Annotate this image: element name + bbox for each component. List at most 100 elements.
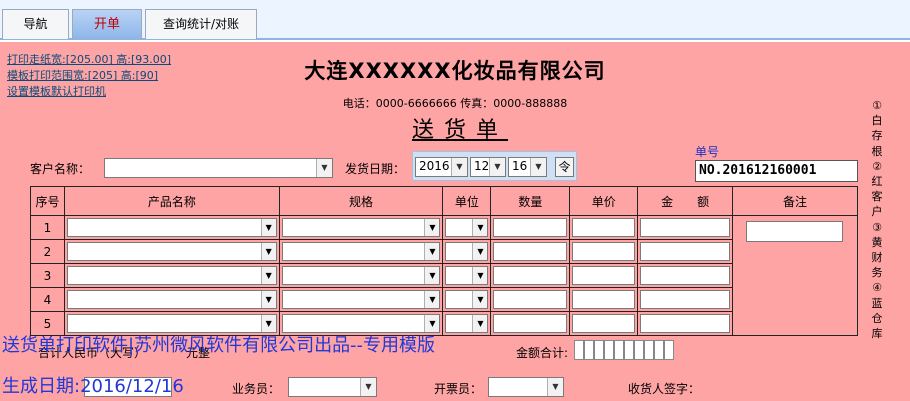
salesman-label: 业务员：: [232, 382, 281, 396]
col-header-amount: 金 额: [637, 186, 734, 216]
unit-cell: ▼: [442, 263, 492, 288]
amount-input[interactable]: [640, 242, 731, 261]
chevron-down-icon[interactable]: ▼: [316, 159, 332, 177]
chevron-down-icon[interactable]: ▼: [424, 243, 440, 260]
product-select[interactable]: ▼: [66, 242, 277, 261]
unit-cell: ▼: [442, 239, 492, 264]
amount-total-digits[interactable]: [574, 340, 674, 360]
amount-input[interactable]: [640, 218, 731, 237]
col-header-quantity: 数量: [490, 186, 571, 216]
unit-select[interactable]: ▼: [445, 266, 489, 285]
quantity-input[interactable]: [493, 266, 568, 285]
product-cell: ▼: [63, 239, 280, 264]
quantity-input[interactable]: [493, 314, 568, 333]
spec-select[interactable]: ▼: [281, 290, 441, 309]
unit-select[interactable]: ▼: [445, 290, 489, 309]
quantity-input[interactable]: [493, 242, 568, 261]
col-header-remark: 备注: [732, 186, 858, 216]
chevron-down-icon[interactable]: ▼: [360, 378, 376, 396]
unit-select[interactable]: ▼: [445, 314, 489, 333]
amount-input[interactable]: [640, 314, 731, 333]
price-cell: [569, 215, 639, 240]
chevron-down-icon[interactable]: ▼: [472, 243, 488, 260]
invoicer-select[interactable]: ▼: [488, 377, 564, 397]
tab-query-reconcile[interactable]: 查询统计/对账: [145, 9, 257, 39]
amount-input[interactable]: [640, 290, 731, 309]
remark-cell: [732, 215, 858, 336]
date-year-value: 2016: [419, 159, 450, 173]
company-name: 大连XXXXXX化妆品有限公司: [304, 59, 606, 83]
date-day-select[interactable]: 16 ▼: [508, 157, 547, 177]
unit-select[interactable]: ▼: [445, 242, 489, 261]
chevron-down-icon[interactable]: ▼: [260, 315, 276, 332]
salesman-select[interactable]: ▼: [288, 377, 377, 397]
spec-select[interactable]: ▼: [281, 242, 441, 261]
product-cell: ▼: [63, 215, 280, 240]
price-input[interactable]: [572, 314, 636, 333]
chevron-down-icon[interactable]: ▼: [472, 315, 488, 332]
remark-input[interactable]: [746, 221, 844, 242]
docno-field[interactable]: NO.201612160001: [695, 160, 858, 182]
col-header-unit: 单位: [442, 186, 492, 216]
product-select[interactable]: ▼: [66, 218, 277, 237]
spec-cell: ▼: [278, 239, 444, 264]
chevron-down-icon[interactable]: ▼: [451, 158, 467, 176]
tab-create-order[interactable]: 开单: [72, 9, 142, 39]
amount-cell: [637, 311, 734, 336]
price-input[interactable]: [572, 290, 636, 309]
date-day-value: 16: [512, 159, 528, 173]
amount-cell: [637, 215, 734, 240]
product-select[interactable]: ▼: [66, 290, 277, 309]
chevron-down-icon[interactable]: ▼: [530, 158, 546, 176]
table-header-row: 序号 产品名称 规格 单位 数量 单价 金 额 备注: [30, 186, 858, 216]
price-input[interactable]: [572, 218, 636, 237]
chevron-down-icon[interactable]: ▼: [472, 219, 488, 236]
spec-cell: ▼: [278, 215, 444, 240]
price-input[interactable]: [572, 242, 636, 261]
spec-select[interactable]: ▼: [281, 218, 441, 237]
col-header-price: 单价: [569, 186, 639, 216]
date-year-select[interactable]: 2016 ▼: [415, 157, 468, 177]
price-cell: [569, 287, 639, 312]
unit-cell: ▼: [442, 287, 492, 312]
price-input[interactable]: [572, 266, 636, 285]
invoicer-label: 开票员：: [434, 382, 483, 396]
quantity-input[interactable]: [493, 290, 568, 309]
amount-total-label: 金额合计:: [516, 346, 569, 360]
chevron-down-icon[interactable]: ▼: [472, 267, 488, 284]
customer-select[interactable]: ▼: [104, 158, 333, 178]
tab-navigation[interactable]: 导航: [2, 9, 69, 39]
contact-info: 电话：0000-6666666 传真：0000-888888: [342, 97, 568, 110]
order-table: 序号 产品名称 规格 单位 数量 单价 金 额 备注 1 ▼ ▼ ▼ 2 ▼ ▼…: [30, 186, 858, 336]
chevron-down-icon[interactable]: ▼: [424, 315, 440, 332]
date-month-value: 12: [474, 159, 490, 173]
chevron-down-icon[interactable]: ▼: [260, 291, 276, 308]
customer-label: 客户名称：: [30, 162, 91, 176]
product-cell: ▼: [63, 287, 280, 312]
quantity-input[interactable]: [493, 218, 568, 237]
chevron-down-icon[interactable]: ▼: [260, 243, 276, 260]
chevron-down-icon[interactable]: ▼: [424, 267, 440, 284]
chevron-down-icon[interactable]: ▼: [472, 291, 488, 308]
quantity-cell: [490, 287, 571, 312]
product-select[interactable]: ▼: [66, 266, 277, 285]
col-header-index: 序号: [30, 186, 65, 216]
chevron-down-icon[interactable]: ▼: [260, 219, 276, 236]
amount-cell: [637, 263, 734, 288]
row-number: 4: [30, 287, 65, 312]
chevron-down-icon[interactable]: ▼: [489, 158, 505, 176]
amount-input[interactable]: [640, 266, 731, 285]
docno-label: 单号: [695, 145, 720, 159]
date-month-select[interactable]: 12 ▼: [470, 157, 506, 177]
unit-select[interactable]: ▼: [445, 218, 489, 237]
copy-color-legend: ①白存根②红客户③黄财务④蓝仓库: [871, 99, 883, 341]
spec-select[interactable]: ▼: [281, 266, 441, 285]
row-number: 1: [30, 215, 65, 240]
chevron-down-icon[interactable]: ▼: [424, 291, 440, 308]
unit-cell: ▼: [442, 215, 492, 240]
lock-icon[interactable]: 令: [555, 157, 574, 177]
chevron-down-icon[interactable]: ▼: [260, 267, 276, 284]
generated-date: 生成日期:2016/12/16: [2, 376, 184, 397]
chevron-down-icon[interactable]: ▼: [547, 378, 563, 396]
chevron-down-icon[interactable]: ▼: [424, 219, 440, 236]
